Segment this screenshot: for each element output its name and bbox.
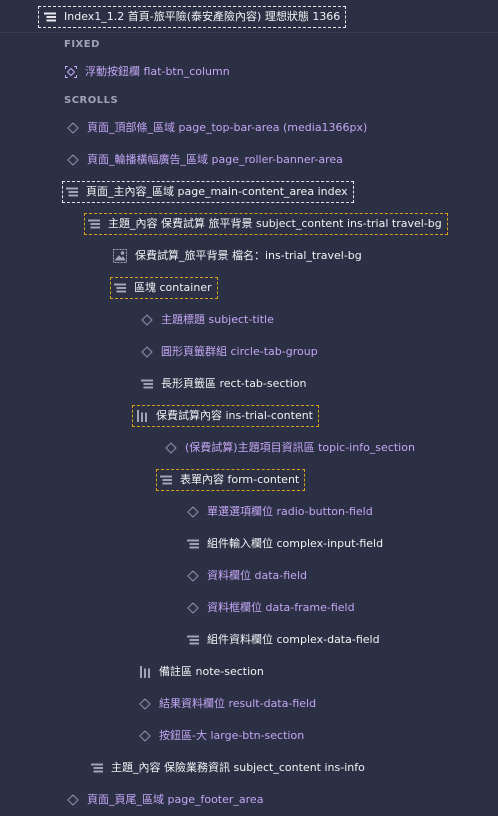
layer-label: 主題_內容 保費試算 旅平背景 subject_content ins-tria…: [108, 217, 442, 230]
layer-note-section[interactable]: 備註區 note-section: [0, 656, 498, 688]
stack-vertical-icon: [187, 634, 199, 646]
image-icon: [113, 249, 127, 263]
layer-label: 浮動按鈕欄 flat-btn_column: [85, 65, 230, 78]
stack-vertical-icon: [88, 218, 100, 230]
layer-label: 保費試算_旅平背景 檔名：ins-trial_travel-bg: [135, 249, 362, 262]
layer-data-frame-field[interactable]: 資料框欄位 data-frame-field: [0, 592, 498, 624]
layer-label: 頁面_頂部條_區域 page_top-bar-area (media1366px…: [87, 121, 368, 134]
component-diamond-icon: [67, 122, 79, 134]
layer-label: 主題標題 subject-title: [161, 313, 274, 326]
layer-page-footer-area[interactable]: 頁面_頁尾_區域 page_footer_area: [0, 784, 498, 816]
layer-label: 圓形頁籤群組 circle-tab-group: [161, 345, 318, 358]
layer-circle-tab-group[interactable]: 圓形頁籤群組 circle-tab-group: [0, 336, 498, 368]
layer-label: 資料框欄位 data-frame-field: [207, 601, 355, 614]
component-diamond-icon: [139, 730, 151, 742]
layer-label: 表單內容 form-content: [180, 473, 300, 486]
layer-label: 頁面_頁尾_區域 page_footer_area: [87, 793, 264, 806]
layer-complex-data-field[interactable]: 組件資料欄位 complex-data-field: [0, 624, 498, 656]
layer-label: 區塊 container: [134, 281, 212, 294]
layer-root-box: Index1_1.2 首頁-旅平險(泰安產險內容) 理想狀態 1366: [38, 6, 347, 28]
layers-panel: Index1_1.2 首頁-旅平險(泰安產險內容) 理想狀態 1366 FIXE…: [0, 0, 498, 815]
layer-page-main-content-area[interactable]: 頁面_主內容_區域 page_main-content_area index: [0, 176, 498, 208]
stack-vertical-icon: [187, 538, 199, 550]
component-diamond-icon: [187, 506, 199, 518]
layer-label: 頁面_輪播橫幅廣告_區域 page_roller-banner-area: [87, 153, 343, 166]
stack-vertical-icon: [160, 474, 172, 486]
component-diamond-icon: [141, 346, 153, 358]
stack-vertical-icon: [141, 378, 153, 390]
layer-label: 組件輸入欄位 complex-input-field: [207, 537, 384, 550]
layer-container[interactable]: 區塊 container: [0, 272, 498, 304]
layer-topic-info-section[interactable]: (保費試算)主題項目資訊區 topic-info_section: [0, 432, 498, 464]
layer-result-data-field[interactable]: 結果資料欄位 result-data-field: [0, 688, 498, 720]
layer-page-top-bar-area[interactable]: 頁面_頂部條_區域 page_top-bar-area (media1366px…: [0, 112, 498, 144]
layer-root-label: Index1_1.2 首頁-旅平險(泰安產險內容) 理想狀態 1366: [64, 10, 341, 23]
component-diamond-icon: [67, 794, 79, 806]
layer-label: 保費試算內容 ins-trial-content: [156, 409, 313, 422]
layer-data-field[interactable]: 資料欄位 data-field: [0, 560, 498, 592]
stack-vertical-icon: [66, 186, 78, 198]
frame-icon: [65, 66, 77, 78]
layer-label: 備註區 note-section: [159, 665, 264, 678]
component-diamond-icon: [187, 602, 199, 614]
stack-horizontal-icon: [136, 410, 148, 422]
layer-large-btn-section[interactable]: 按鈕區-大 large-btn-section: [0, 720, 498, 752]
layer-label: 主題_內容 保險業務資訊 subject_content ins-info: [111, 761, 365, 774]
component-diamond-icon: [165, 442, 177, 454]
layer-label: 組件資料欄位 complex-data-field: [207, 633, 380, 646]
layer-subject-title[interactable]: 主題標題 subject-title: [0, 304, 498, 336]
layer-form-content[interactable]: 表單內容 form-content: [0, 464, 498, 496]
component-diamond-icon: [67, 154, 79, 166]
layer-subject-content-ins-info[interactable]: 主題_內容 保險業務資訊 subject_content ins-info: [0, 752, 498, 784]
layer-label: 單選選項欄位 radio-button-field: [207, 505, 373, 518]
stack-vertical-icon: [91, 762, 103, 774]
stack-vertical-icon: [114, 282, 126, 294]
layer-complex-input-field[interactable]: 組件輸入欄位 complex-input-field: [0, 528, 498, 560]
layer-ins-trial-travel-bg[interactable]: 保費試算_旅平背景 檔名：ins-trial_travel-bg: [0, 240, 498, 272]
component-diamond-icon: [141, 314, 153, 326]
layer-label: 頁面_主內容_區域 page_main-content_area index: [86, 185, 348, 198]
layer-radio-button-field[interactable]: 單選選項欄位 radio-button-field: [0, 496, 498, 528]
stack-horizontal-icon: [139, 666, 151, 678]
layer-label: (保費試算)主題項目資訊區 topic-info_section: [185, 441, 415, 454]
layer-label: 長形頁籤區 rect-tab-section: [161, 377, 307, 390]
component-diamond-icon: [187, 570, 199, 582]
section-scrolls-label: SCROLLS: [64, 94, 119, 106]
layer-label: 結果資料欄位 result-data-field: [159, 697, 317, 710]
layer-page-roller-banner-area[interactable]: 頁面_輪播橫幅廣告_區域 page_roller-banner-area: [0, 144, 498, 176]
layer-ins-trial-content[interactable]: 保費試算內容 ins-trial-content: [0, 400, 498, 432]
layer-subject-content-ins-trial[interactable]: 主題_內容 保費試算 旅平背景 subject_content ins-tria…: [0, 208, 498, 240]
layer-rect-tab-section[interactable]: 長形頁籤區 rect-tab-section: [0, 368, 498, 400]
layer-label: 資料欄位 data-field: [207, 569, 307, 582]
layer-label: 按鈕區-大 large-btn-section: [159, 729, 305, 742]
section-fixed-label: FIXED: [64, 38, 100, 50]
component-diamond-icon: [139, 698, 151, 710]
stack-vertical-icon: [44, 11, 56, 23]
